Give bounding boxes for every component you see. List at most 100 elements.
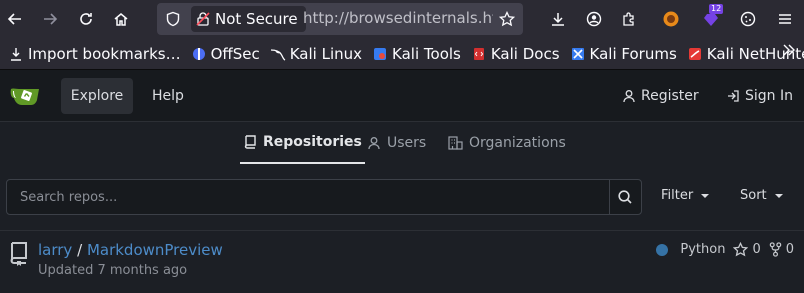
- app-menu-button[interactable]: [772, 6, 798, 32]
- nav-explore[interactable]: Explore: [61, 78, 133, 114]
- kali-dragon-icon: [270, 48, 286, 61]
- divider: [0, 230, 804, 231]
- extension-badge: 12: [709, 4, 724, 14]
- arrow-right-icon: [44, 13, 58, 25]
- star-icon: [733, 242, 749, 257]
- organization-icon: [448, 136, 463, 150]
- sign-in-label: Sign In: [745, 88, 793, 104]
- sort-dropdown[interactable]: Sort: [740, 188, 783, 203]
- register-link[interactable]: Register: [622, 78, 699, 114]
- sort-label: Sort: [740, 188, 767, 203]
- star-icon: [499, 11, 515, 27]
- caret-down-icon: [701, 193, 710, 198]
- tab-users[interactable]: Users: [367, 122, 426, 164]
- repo-meta: Python 0 0: [656, 242, 794, 257]
- tracking-protection-button[interactable]: [161, 7, 185, 31]
- kali-nethunter-icon: [688, 47, 701, 60]
- stars-count: 0: [752, 242, 761, 257]
- reload-button[interactable]: [73, 7, 99, 31]
- gitea-logo-icon: [10, 88, 39, 105]
- bookmark-label: Kali Docs: [490, 44, 560, 63]
- repo-separator: /: [77, 241, 83, 259]
- kali-forums-icon: [571, 47, 584, 60]
- explore-tabs: Repositories Users Organizations: [0, 122, 804, 164]
- bookmark-label: Import bookmarks…: [28, 44, 181, 63]
- repo-book-icon: [10, 242, 27, 266]
- import-icon: [11, 47, 21, 61]
- filter-label: Filter: [661, 188, 694, 203]
- extension-foxyproxy-button[interactable]: [658, 6, 684, 32]
- tab-organizations[interactable]: Organizations: [448, 122, 566, 164]
- explore-page: Repositories Users Organizations Filter …: [0, 122, 804, 293]
- double-chevron-right-icon: [783, 44, 795, 56]
- bookmarks-overflow-button[interactable]: [782, 42, 796, 61]
- back-button[interactable]: [2, 7, 28, 31]
- shield-icon: [166, 11, 180, 27]
- hamburger-menu-icon: [779, 14, 791, 24]
- home-icon: [114, 13, 128, 26]
- repo-name-link[interactable]: MarkdownPreview: [87, 241, 223, 259]
- reload-icon: [80, 13, 92, 25]
- arrow-left-icon: [7, 13, 21, 25]
- tab-label: Organizations: [469, 135, 566, 151]
- bookmark-kali-tools[interactable]: Kali Tools: [367, 42, 466, 66]
- fork-icon: [769, 242, 781, 257]
- bookmark-label: Kali Linux: [289, 44, 363, 63]
- site-security-indicator[interactable]: Not Secure: [191, 6, 306, 32]
- language-color-dot: [656, 243, 669, 256]
- bookmark-label: Kali Tools: [392, 44, 461, 63]
- account-icon: [586, 11, 602, 27]
- bookmark-star-button[interactable]: [495, 7, 519, 31]
- repo-owner-link[interactable]: larry: [38, 241, 72, 259]
- bookmark-kali-forums[interactable]: Kali Forums: [565, 42, 682, 66]
- repo-forks-link[interactable]: 0: [769, 242, 794, 257]
- nav-help[interactable]: Help: [139, 78, 197, 114]
- gitea-navbar: Explore Help Register Sign In: [0, 70, 804, 122]
- extension-purple-button[interactable]: 12: [698, 4, 724, 32]
- bookmark-label: OffSec: [210, 44, 260, 63]
- bookmark-label: Kali Forums: [589, 44, 677, 63]
- bookmark-import[interactable]: Import bookmarks…: [3, 42, 186, 66]
- repo-icon: [9, 241, 29, 271]
- bookmark-kali-docs[interactable]: Kali Docs: [466, 42, 565, 66]
- repo-title: larry / MarkdownPreview: [38, 241, 223, 259]
- download-icon: [552, 13, 564, 26]
- bookmarks-toolbar: Import bookmarks… OffSec Kali Linux Kali…: [0, 38, 804, 70]
- offsec-icon: [192, 47, 205, 60]
- filter-dropdown[interactable]: Filter: [661, 188, 710, 203]
- puzzle-icon: [623, 12, 634, 26]
- repo-updated-time: Updated 7 months ago: [38, 263, 188, 278]
- kali-docs-icon: [473, 47, 484, 60]
- repo-stars-link[interactable]: 0: [733, 242, 761, 257]
- home-button[interactable]: [108, 7, 134, 31]
- search-icon: [618, 190, 632, 204]
- url-text[interactable]: http://browsedinternals.htb: [303, 9, 493, 27]
- sign-in-icon: [728, 90, 739, 102]
- bookmark-kali-linux[interactable]: Kali Linux: [265, 42, 367, 66]
- tab-label: Repositories: [263, 134, 362, 150]
- tab-repositories[interactable]: Repositories: [240, 122, 365, 164]
- caret-down-icon: [774, 193, 783, 198]
- repo-search-form: [6, 179, 642, 215]
- extension-cookie-button[interactable]: [735, 6, 761, 32]
- repo-search-input[interactable]: [7, 180, 610, 214]
- repo-language: Python: [680, 242, 726, 257]
- downloads-button[interactable]: [545, 6, 571, 32]
- search-button[interactable]: [609, 180, 641, 214]
- cookie-icon: [740, 11, 756, 27]
- insecure-lock-icon: [196, 12, 210, 26]
- extensions-button[interactable]: [616, 6, 642, 32]
- account-button[interactable]: [581, 6, 607, 32]
- forks-count: 0: [785, 242, 794, 257]
- repo-icon: [244, 135, 256, 149]
- gitea-logo-link[interactable]: [10, 84, 42, 112]
- not-secure-label: Not Secure: [215, 10, 298, 28]
- browser-toolbar: Not Secure http://browsedinternals.htb 1…: [0, 0, 804, 38]
- bookmark-offsec[interactable]: OffSec: [186, 42, 265, 66]
- register-label: Register: [641, 88, 699, 104]
- person-icon: [623, 90, 635, 103]
- url-bar[interactable]: Not Secure http://browsedinternals.htb: [157, 3, 523, 35]
- sign-in-link[interactable]: Sign In: [726, 78, 793, 114]
- kali-tools-icon: [374, 47, 387, 60]
- forward-button[interactable]: [37, 7, 63, 31]
